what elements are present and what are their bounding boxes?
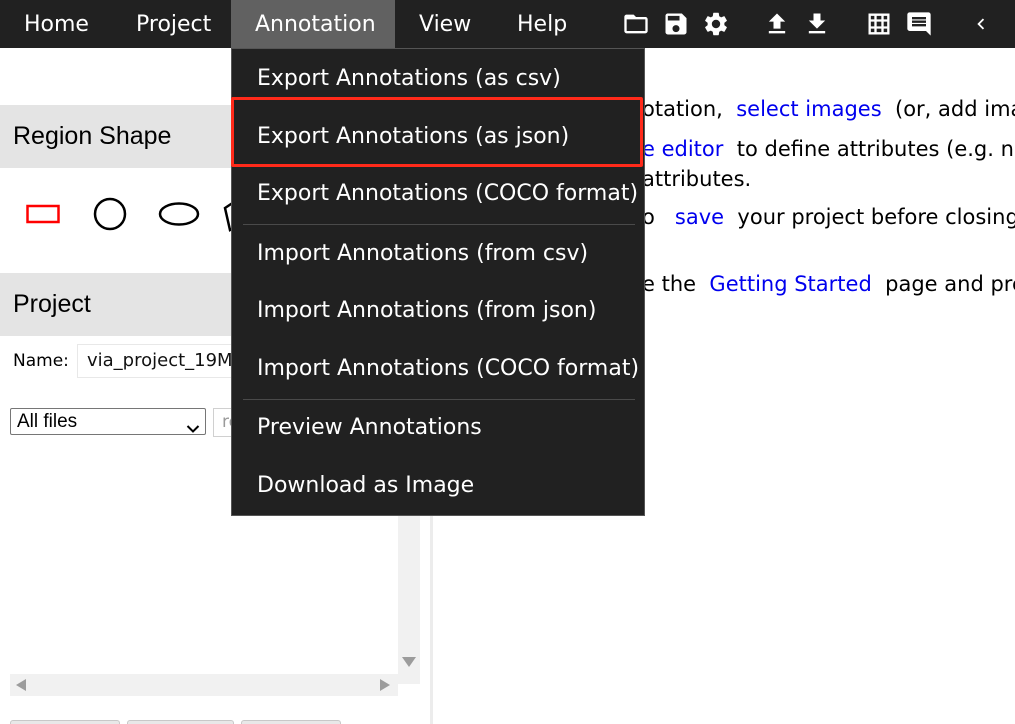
welcome-text: (or, add imag bbox=[895, 97, 1015, 121]
file-filter-select[interactable]: All files bbox=[10, 408, 206, 435]
import-csv-item[interactable]: Import Annotations (from csv) bbox=[257, 241, 588, 266]
menu-separator bbox=[243, 399, 635, 400]
welcome-line-2: e editor to define attributes (e.g. na bbox=[642, 137, 1015, 161]
menu-home[interactable]: Home bbox=[0, 0, 111, 48]
getting-started-link[interactable]: Getting Started bbox=[709, 272, 871, 296]
circle-shape[interactable] bbox=[92, 196, 128, 232]
menu-view[interactable]: View bbox=[395, 0, 493, 48]
menubar: Home Project Annotation View Help bbox=[0, 0, 1015, 48]
comment-icon[interactable] bbox=[905, 10, 933, 38]
attribute-editor-link[interactable]: e editor bbox=[642, 137, 723, 161]
preview-annotations-item[interactable]: Preview Annotations bbox=[257, 415, 482, 440]
file-filter-value: All files bbox=[17, 411, 78, 432]
welcome-text: page and pre- bbox=[885, 272, 1015, 296]
project-name-label: Name: bbox=[13, 351, 69, 371]
scroll-left-arrow-icon[interactable] bbox=[16, 679, 26, 691]
download-image-item[interactable]: Download as Image bbox=[257, 473, 474, 498]
scroll-down-arrow-icon[interactable] bbox=[402, 657, 416, 667]
ellipse-shape[interactable] bbox=[157, 201, 201, 227]
folder-open-icon[interactable] bbox=[622, 10, 650, 38]
welcome-text: to define attributes (e.g. na bbox=[736, 137, 1015, 161]
grid-icon[interactable] bbox=[865, 10, 893, 38]
welcome-text: e the bbox=[642, 272, 697, 296]
menu-project[interactable]: Project bbox=[111, 0, 231, 48]
select-images-link[interactable]: select images bbox=[736, 97, 881, 121]
highlight-box bbox=[231, 97, 643, 167]
upload-icon[interactable] bbox=[763, 10, 791, 38]
export-coco-item[interactable]: Export Annotations (COCO format) bbox=[257, 181, 638, 206]
scroll-right-arrow-icon[interactable] bbox=[380, 679, 390, 691]
save-link[interactable]: save bbox=[675, 205, 724, 229]
welcome-line-4: o save your project before closing t bbox=[642, 205, 1015, 229]
export-csv-item[interactable]: Export Annotations (as csv) bbox=[257, 66, 561, 91]
import-coco-item[interactable]: Import Annotations (COCO format) bbox=[257, 356, 639, 381]
menu-help[interactable]: Help bbox=[493, 0, 593, 48]
download-icon[interactable] bbox=[803, 10, 831, 38]
bottom-button-2[interactable] bbox=[127, 720, 234, 724]
menu-annotation[interactable]: Annotation bbox=[231, 0, 395, 48]
welcome-line-1: otation, select images (or, add imag bbox=[642, 97, 1015, 121]
project-name-field[interactable]: via_project_19Ma bbox=[77, 344, 237, 378]
gear-icon[interactable] bbox=[702, 10, 730, 38]
save-icon[interactable] bbox=[662, 10, 690, 38]
horizontal-scrollbar[interactable] bbox=[10, 674, 398, 696]
welcome-text: otation, bbox=[642, 97, 723, 121]
rectangle-shape[interactable] bbox=[26, 203, 60, 225]
welcome-line-5: e the Getting Started page and pre- bbox=[642, 272, 1015, 296]
import-json-item[interactable]: Import Annotations (from json) bbox=[257, 298, 596, 323]
chevron-down-icon bbox=[186, 416, 200, 433]
welcome-line-3: attributes. bbox=[642, 167, 751, 191]
welcome-text: attributes. bbox=[642, 167, 752, 191]
chevron-left-icon[interactable] bbox=[970, 10, 992, 38]
bottom-button-1[interactable] bbox=[10, 720, 120, 724]
bottom-button-3[interactable] bbox=[241, 720, 341, 724]
welcome-text: your project before closing t bbox=[737, 205, 1015, 229]
menu-separator bbox=[243, 224, 635, 225]
